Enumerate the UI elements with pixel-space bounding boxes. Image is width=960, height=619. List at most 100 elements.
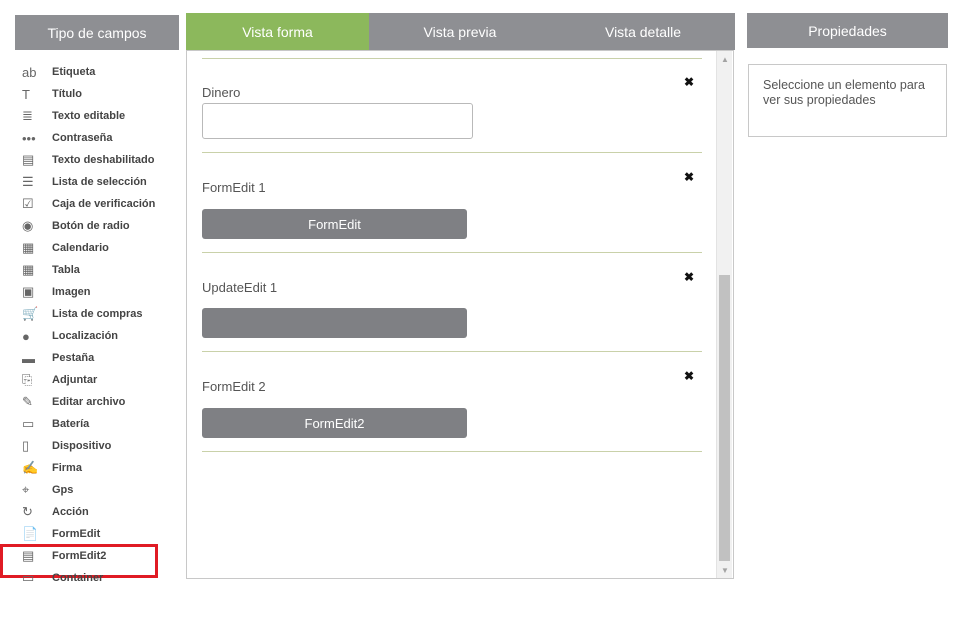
- field-type-item-texto-deshabilitado[interactable]: ▤ Texto deshabilitado: [20, 149, 180, 171]
- formedit-icon: 📄: [22, 526, 39, 541]
- scrollbar-thumb[interactable]: [719, 275, 730, 561]
- tab-vista-forma[interactable]: Vista forma: [186, 13, 369, 50]
- device-icon: ▯: [22, 438, 30, 453]
- close-icon[interactable]: ✖: [684, 75, 694, 89]
- field-type-item-imagen[interactable]: ▣ Imagen: [20, 281, 180, 303]
- field-type-item-pestana[interactable]: ▬ Pestaña: [20, 347, 180, 369]
- field-type-item-editar-archivo[interactable]: ✎ Editar archivo: [20, 391, 180, 413]
- field-type-label: Título: [52, 88, 82, 100]
- formedit-button[interactable]: FormEdit: [202, 209, 467, 239]
- container-icon: ▭: [22, 570, 35, 585]
- updateedit-button[interactable]: [202, 308, 467, 338]
- field-type-label: FormEdit: [52, 528, 101, 540]
- calendar-icon: ▦: [22, 240, 35, 255]
- form-row-dinero[interactable]: Dinero ✖: [202, 71, 702, 151]
- field-type-label: Tabla: [52, 264, 80, 276]
- form-row-formedit-2[interactable]: FormEdit 2 ✖ FormEdit2: [202, 365, 702, 450]
- field-type-item-lista-seleccion[interactable]: ☰ Lista de selección: [20, 171, 180, 193]
- field-type-item-boton-radio[interactable]: ◉ Botón de radio: [20, 215, 180, 237]
- field-type-item-texto-editable[interactable]: ≣ Texto editable: [20, 105, 180, 127]
- field-type-item-formedit2[interactable]: ▤ FormEdit2: [0, 544, 180, 578]
- field-type-label: Batería: [52, 418, 90, 430]
- field-type-label: Gps: [52, 484, 74, 496]
- field-type-item-calendario[interactable]: ▦ Calendario: [20, 237, 180, 259]
- field-type-label: Adjuntar: [52, 374, 98, 386]
- field-type-label: Firma: [52, 462, 82, 474]
- gps-icon: ⌖: [22, 482, 30, 497]
- action-icon: ↻: [22, 504, 33, 519]
- field-type-item-localizacion[interactable]: ● Localización: [20, 325, 180, 347]
- field-type-item-caja-verificacion[interactable]: ☑ Caja de verificación: [20, 193, 180, 215]
- properties-empty-message: Seleccione un elemento para ver sus prop…: [763, 78, 925, 107]
- title-icon: T: [22, 86, 30, 102]
- image-icon: ▣: [22, 284, 35, 299]
- tab-vista-detalle[interactable]: Vista detalle: [551, 13, 735, 50]
- dinero-input[interactable]: [202, 103, 473, 139]
- field-type-label: Contraseña: [52, 132, 113, 144]
- field-type-item-bateria[interactable]: ▭ Batería: [20, 413, 180, 435]
- field-type-item-formedit[interactable]: 📄 FormEdit: [20, 523, 180, 545]
- field-type-item-titulo[interactable]: T Título: [20, 83, 180, 105]
- field-type-label: Botón de radio: [52, 220, 130, 232]
- row-separator: [202, 451, 702, 452]
- field-label: UpdateEdit 1: [202, 280, 278, 295]
- row-separator: [202, 58, 702, 59]
- field-type-item-lista-compras[interactable]: 🛒 Lista de compras: [20, 303, 180, 325]
- shopping-cart-icon: 🛒: [22, 306, 39, 321]
- field-type-item-accion[interactable]: ↻ Acción: [20, 501, 180, 523]
- table-icon: ▦: [22, 262, 35, 277]
- field-type-label: Lista de selección: [52, 176, 147, 188]
- close-icon[interactable]: ✖: [684, 270, 694, 284]
- field-type-item-adjuntar[interactable]: ⎘ Adjuntar: [20, 369, 180, 391]
- properties-header: Propiedades: [747, 13, 948, 48]
- field-type-item-firma[interactable]: ✍ Firma: [20, 457, 180, 479]
- disabled-text-icon: ▤: [22, 152, 35, 167]
- field-label: Dinero: [202, 85, 241, 100]
- formedit2-button[interactable]: FormEdit2: [202, 408, 467, 438]
- scroll-up-arrow-icon[interactable]: ▲: [717, 51, 733, 67]
- tab-vista-previa[interactable]: Vista previa: [369, 13, 551, 50]
- field-label: FormEdit 2: [202, 379, 266, 394]
- row-separator: [202, 351, 702, 352]
- field-type-item-contrasena[interactable]: ••• Contraseña: [20, 127, 180, 149]
- field-type-item-dispositivo[interactable]: ▯ Dispositivo: [20, 435, 180, 457]
- field-type-item-gps[interactable]: ⌖ Gps: [20, 479, 180, 501]
- form-row-updateedit-1[interactable]: UpdateEdit 1 ✖: [202, 266, 702, 351]
- field-type-label: Caja de verificación: [52, 198, 156, 210]
- attach-icon: ⎘: [22, 372, 33, 387]
- close-icon[interactable]: ✖: [684, 369, 694, 383]
- field-type-label: Lista de compras: [52, 308, 143, 320]
- signature-icon: ✍: [22, 460, 39, 475]
- field-type-label: Dispositivo: [52, 440, 112, 452]
- form-row-formedit-1[interactable]: FormEdit 1 ✖ FormEdit: [202, 166, 702, 251]
- field-type-label: FormEdit2: [52, 550, 107, 562]
- field-type-item-tabla[interactable]: ▦ Tabla: [20, 259, 180, 281]
- field-type-label: Acción: [52, 506, 89, 518]
- tab-folder-icon: ▬: [22, 350, 35, 366]
- field-type-label: Calendario: [52, 242, 109, 254]
- field-type-item-container[interactable]: ▭ Container: [20, 567, 180, 589]
- field-type-label: Localización: [52, 330, 119, 342]
- field-type-label: Container: [52, 572, 104, 584]
- row-separator: [202, 152, 702, 153]
- password-icon: •••: [22, 130, 36, 146]
- field-label: FormEdit 1: [202, 180, 266, 195]
- scroll-down-arrow-icon[interactable]: ▼: [717, 562, 733, 578]
- form-scrollbar[interactable]: ▲ ▼: [716, 51, 732, 578]
- field-type-label: Etiqueta: [52, 66, 96, 78]
- location-pin-icon: ●: [22, 328, 30, 344]
- editable-text-icon: ≣: [22, 108, 33, 123]
- checkbox-icon: ☑: [22, 196, 34, 211]
- edit-file-icon: ✎: [22, 394, 33, 409]
- selection-list-icon: ☰: [22, 174, 34, 189]
- field-type-label: Texto deshabilitado: [52, 154, 155, 166]
- field-type-label: Imagen: [52, 286, 91, 298]
- field-type-label: Texto editable: [52, 110, 126, 122]
- field-type-item-etiqueta[interactable]: ab Etiqueta: [20, 61, 180, 83]
- close-icon[interactable]: ✖: [684, 170, 694, 184]
- row-separator: [202, 252, 702, 253]
- radio-button-icon: ◉: [22, 218, 34, 233]
- field-type-label: Editar archivo: [52, 396, 126, 408]
- formedit2-icon: ▤: [22, 548, 35, 563]
- field-type-label: Pestaña: [52, 352, 95, 364]
